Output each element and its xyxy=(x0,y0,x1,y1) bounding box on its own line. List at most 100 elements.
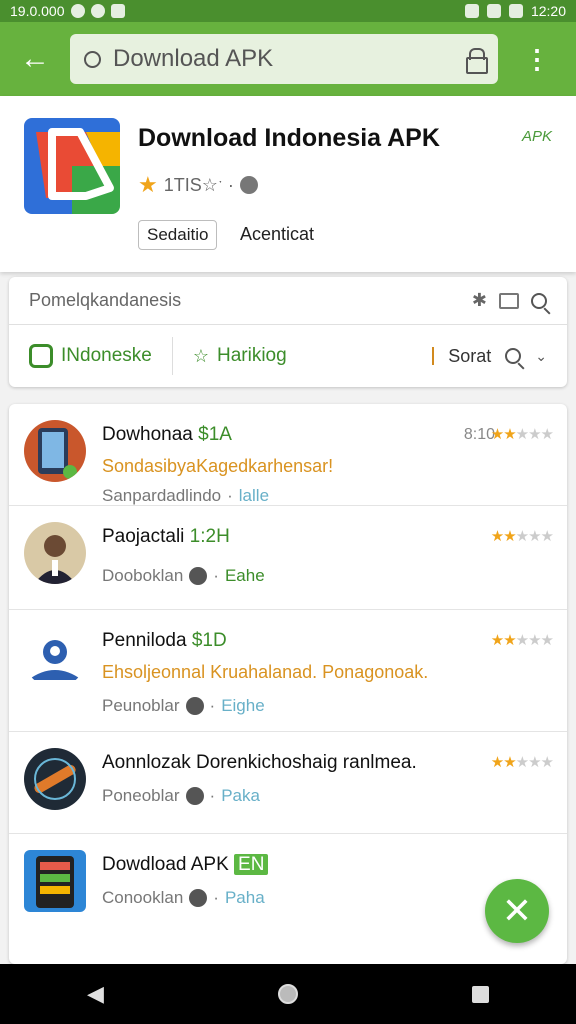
list-item-title: Paojactali 1:2H xyxy=(102,526,230,548)
category-chip[interactable]: Sedaitio xyxy=(138,220,218,250)
sort-marker xyxy=(432,347,435,365)
list-item-meta: Peunoblar · Eighe xyxy=(102,696,265,715)
tab-ranking[interactable]: ☆ Harikiog xyxy=(193,345,287,367)
chevron-down-icon[interactable]: ⌄ xyxy=(535,348,547,365)
price-tag: EN xyxy=(234,854,269,875)
app-header-card: Download Indonesia APK APK ★ 1TIS☆ˑ · Se… xyxy=(0,96,576,272)
signal-icon xyxy=(486,4,501,18)
rating-stars: ★★★★★ xyxy=(490,426,554,443)
star-icon: ★ xyxy=(138,172,158,197)
sort-control[interactable]: Sorat ⌄ xyxy=(432,346,547,367)
list-item-desc: SondasibyaKagedkarhensar! xyxy=(102,456,334,476)
rating-stars: ★★★★★ xyxy=(490,632,554,649)
more-vertical-icon: ⋮ xyxy=(524,43,550,74)
list-item-meta: Sanpardadlindo · lalle xyxy=(102,486,270,505)
app-list: Dowhonaa $1A SondasibyaKagedkarhensar! S… xyxy=(9,404,567,964)
wifi-icon xyxy=(464,4,479,18)
meta-text: Sanpardadlindo xyxy=(102,486,222,505)
title-text: Dowdload APK xyxy=(102,854,229,875)
filter-top-row: Pomelqkandanesis ✱ xyxy=(9,277,567,325)
shield-icon xyxy=(90,4,105,18)
close-icon: ✕ xyxy=(501,890,533,931)
list-item[interactable]: Dowdload APK EN Conooklan · Paha xyxy=(9,834,567,936)
grid-icon[interactable] xyxy=(499,292,519,309)
list-item-meta: Poneoblar · Paka xyxy=(102,786,260,805)
app-logo-icon xyxy=(24,118,120,214)
nav-recents-icon[interactable] xyxy=(471,985,489,1003)
meta-extra: Paka xyxy=(221,786,260,805)
search-icon[interactable] xyxy=(505,348,522,364)
price-tag: $1A xyxy=(198,424,232,445)
battery-icon xyxy=(508,4,523,18)
status-time: 12:20 xyxy=(530,3,566,19)
status-left-text: 19.0.000 xyxy=(10,3,65,19)
app-thumbnail xyxy=(24,626,86,688)
price-tag: $1D xyxy=(191,630,227,651)
filter-label: Pomelqkandanesis xyxy=(29,290,182,310)
meta-extra: Eighe xyxy=(221,696,265,715)
app-bar: ← Download APK ⋮ xyxy=(0,22,576,96)
image-icon xyxy=(110,4,125,18)
tab-indonesia[interactable]: INdoneske xyxy=(29,344,152,368)
more-button[interactable]: ⋮ xyxy=(498,44,576,75)
arrow-left-icon: ← xyxy=(20,42,50,75)
list-item-title: Dowhonaa $1A xyxy=(102,424,232,446)
tab-ranking-label: Harikiog xyxy=(216,345,287,366)
badge-icon xyxy=(189,567,208,585)
back-button[interactable]: ← xyxy=(0,22,70,96)
meta-extra: lalle xyxy=(238,486,270,505)
search-icon[interactable] xyxy=(531,292,547,309)
list-item[interactable]: Aonnlozak Dorenkichoshaig ranlmea. Poneo… xyxy=(9,732,567,834)
rating-text: 1TIS☆ˑ · xyxy=(163,174,234,195)
nav-home-icon[interactable] xyxy=(277,984,298,1004)
meta-extra: Paha xyxy=(224,888,265,907)
tab-indonesia-label: INdoneske xyxy=(61,345,152,366)
app-logo xyxy=(24,118,120,214)
title-text: Penniloda xyxy=(102,630,187,651)
list-item[interactable]: Penniloda $1D Ehsoljeonnal Kruahalanad. … xyxy=(9,610,567,732)
filter-icons: ✱ xyxy=(472,290,547,311)
search-icon xyxy=(84,50,101,68)
app-thumbnail xyxy=(24,850,86,912)
sort-label: Sorat xyxy=(448,345,492,366)
search-input[interactable]: Download APK xyxy=(70,34,498,84)
trending-icon: ☆ xyxy=(192,345,209,366)
meta-text: Dooboklan xyxy=(102,566,184,585)
filter-tabs: INdoneske ☆ Harikiog Sorat ⌄ xyxy=(9,325,567,387)
secondary-link[interactable]: Acenticat xyxy=(240,224,314,245)
rating-stars: ★★★★★ xyxy=(490,754,554,771)
rating-stars: ★★★★★ xyxy=(490,528,554,545)
list-item-meta: Dooboklan · Eahe xyxy=(102,566,265,585)
nav-back-icon[interactable]: ◀ xyxy=(87,981,104,1007)
globe-icon xyxy=(239,176,258,194)
filter-card: Pomelqkandanesis ✱ INdoneske ☆ Harikiog … xyxy=(9,277,567,387)
badge-icon xyxy=(185,697,204,715)
title-text: Dowhonaa xyxy=(102,424,193,445)
status-bar: 19.0.000 12:20 xyxy=(0,0,576,22)
asterisk-icon[interactable]: ✱ xyxy=(472,290,487,311)
app-thumbnail xyxy=(24,522,86,584)
meta-text: Conooklan xyxy=(102,888,184,907)
notification-icon xyxy=(70,4,85,18)
tag-icon xyxy=(29,344,53,368)
title-text: Aonnlozak Dorenkichoshaig ranlmea. xyxy=(102,752,417,773)
search-text: Download APK xyxy=(113,45,274,72)
meta-text: Peunoblar xyxy=(102,696,180,715)
list-item-meta: Conooklan · Paha xyxy=(102,888,265,907)
list-item[interactable]: Paojactali 1:2H Dooboklan · Eahe ★★★★★ xyxy=(9,506,567,610)
app-title: Download Indonesia APK xyxy=(138,124,440,152)
apk-label: APK xyxy=(521,128,552,145)
lock-icon xyxy=(466,48,488,74)
list-item[interactable]: Dowhonaa $1A SondasibyaKagedkarhensar! S… xyxy=(9,404,567,506)
list-item-desc: Ehsoljeonnal Kruahalanad. Ponagonoak. xyxy=(102,662,429,682)
tab-divider xyxy=(171,337,173,375)
badge-icon xyxy=(185,787,204,805)
close-fab-button[interactable]: ✕ xyxy=(485,879,549,943)
app-thumbnail xyxy=(24,748,86,810)
meta-text: Poneoblar xyxy=(102,786,180,805)
app-thumbnail xyxy=(24,420,86,482)
rating-row: ★ 1TIS☆ˑ · xyxy=(138,172,258,198)
meta-extra: Eahe xyxy=(224,566,265,585)
system-nav-bar: ◀ xyxy=(0,964,576,1024)
list-item-title: Dowdload APK EN xyxy=(102,854,269,876)
